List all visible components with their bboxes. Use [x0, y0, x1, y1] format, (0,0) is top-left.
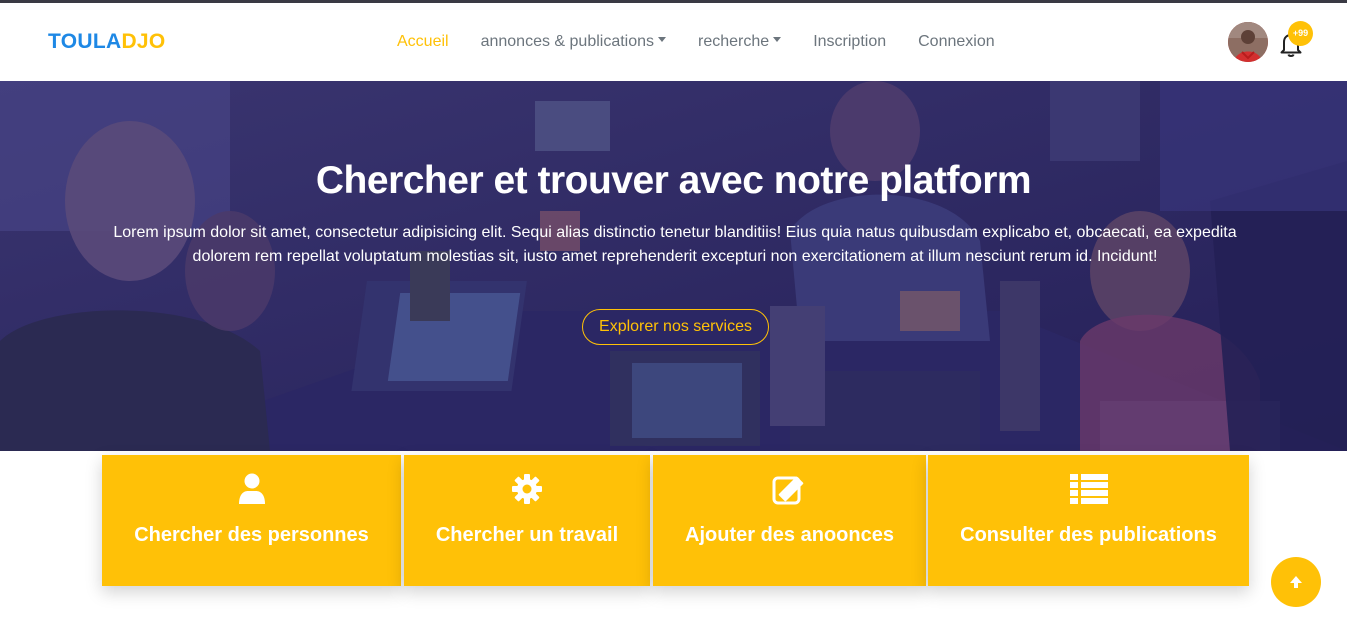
card-search-people[interactable]: Chercher des personnes [102, 455, 401, 586]
notification-badge: +99 [1288, 21, 1313, 46]
explore-services-button[interactable]: Explorer nos services [582, 309, 769, 345]
nav-item-inscription[interactable]: Inscription [813, 32, 886, 54]
list-icon [928, 472, 1249, 506]
user-avatar[interactable] [1228, 22, 1268, 62]
nav-item-accueil[interactable]: Accueil [397, 32, 449, 54]
brand-part-1: TOULA [48, 30, 122, 53]
caret-down-icon [773, 37, 782, 43]
edit-icon [653, 472, 926, 506]
user-icon [102, 472, 401, 506]
scroll-to-top-button[interactable] [1271, 557, 1321, 607]
nav-item-connexion[interactable]: Connexion [918, 32, 995, 54]
card-search-job[interactable]: Chercher un travail [404, 455, 650, 586]
arrow-up-icon [1290, 576, 1302, 588]
brand-logo[interactable]: TOULADJO [48, 30, 166, 54]
main-nav: Accueil annonces & publications recherch… [397, 32, 1027, 54]
nav-item-recherche[interactable]: recherche [698, 32, 782, 54]
gear-icon [404, 472, 650, 506]
avatar-image [1228, 22, 1268, 62]
card-label: Consulter des publications [960, 524, 1217, 546]
card-label: Chercher un travail [435, 524, 619, 546]
nav-item-recherche-label: recherche [698, 33, 770, 50]
card-label: Ajouter des anoonces [685, 524, 894, 546]
card-add-ads[interactable]: Ajouter des anoonces [653, 455, 926, 586]
card-label: Chercher des personnes [134, 524, 369, 546]
brand-part-2: DJO [121, 30, 166, 53]
nav-item-annonces-label: annonces & publications [480, 33, 655, 50]
card-view-publications[interactable]: Consulter des publications [928, 455, 1249, 586]
hero-title: Chercher et trouver avec notre platform [315, 159, 1032, 202]
hero-text: Lorem ipsum dolor sit amet, consectetur … [113, 224, 1237, 265]
caret-down-icon [658, 37, 667, 43]
navbar: TOULADJO Accueil annonces & publications… [0, 3, 1347, 81]
nav-item-annonces[interactable]: annonces & publications [480, 32, 667, 54]
hero-section: Chercher et trouver avec notre platform … [0, 81, 1347, 451]
